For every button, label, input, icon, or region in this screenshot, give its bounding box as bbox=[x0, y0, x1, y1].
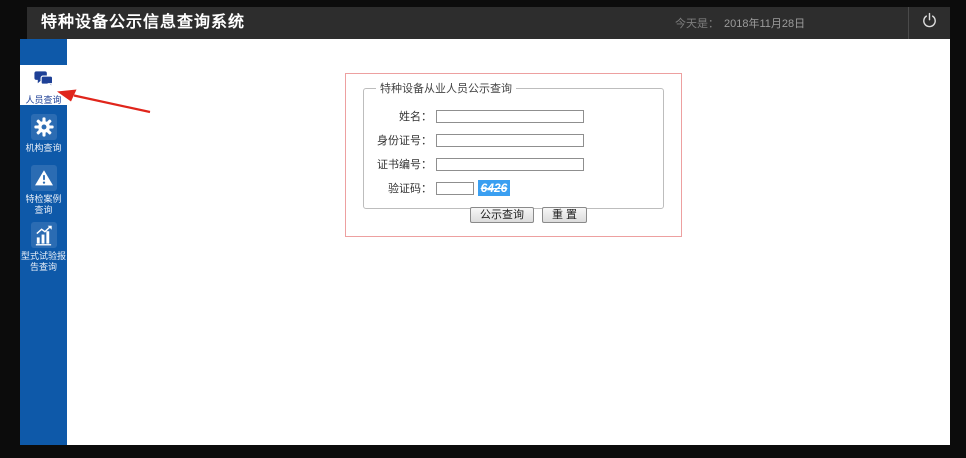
personnel-query-form: 特种设备从业人员公示查询 姓名： 身份证号： 证书编号： 验证码： 6426 公… bbox=[363, 80, 664, 223]
form-buttons-row: 公示查询 重 置 bbox=[470, 207, 663, 223]
name-label: 姓名： bbox=[399, 111, 432, 123]
id-number-field-row: 身份证号： bbox=[374, 132, 663, 148]
form-legend: 特种设备从业人员公示查询 bbox=[380, 83, 512, 95]
id-number-input[interactable] bbox=[436, 133, 584, 147]
query-form-highlight-box: 特种设备从业人员公示查询 姓名： 身份证号： 证书编号： 验证码： 6426 公… bbox=[345, 73, 682, 237]
current-date: 今天是： 2018年11月28日 bbox=[675, 7, 805, 39]
name-field-row: 姓名： bbox=[374, 108, 663, 124]
sidebar-item-label: 机构查询 bbox=[25, 143, 62, 153]
public-query-button[interactable]: 公示查询 bbox=[470, 207, 534, 223]
bar-chart-icon bbox=[30, 222, 57, 248]
sidebar-item-personnel-query[interactable]: 人员查询 bbox=[20, 65, 67, 105]
warning-triangle-icon bbox=[30, 165, 57, 191]
top-header-bar: 特种设备公示信息查询系统 今天是： 2018年11月28日 bbox=[27, 7, 950, 39]
sidebar-item-label-line1: 特检案例 bbox=[25, 194, 62, 204]
captcha-image[interactable]: 6426 bbox=[478, 180, 510, 196]
power-icon bbox=[920, 11, 939, 35]
main-content: 特种设备从业人员公示查询 姓名： 身份证号： 证书编号： 验证码： 6426 公… bbox=[67, 39, 950, 445]
certificate-number-input[interactable] bbox=[436, 157, 584, 171]
app-window: 特种设备公示信息查询系统 今天是： 2018年11月28日 人员查询 机构查询 … bbox=[0, 0, 966, 458]
sidebar-item-type-test-report-query[interactable]: 型式试验报 告查询 bbox=[20, 222, 67, 272]
name-input[interactable] bbox=[436, 109, 584, 123]
sidebar-item-agency-query[interactable]: 机构查询 bbox=[20, 114, 67, 153]
date-value: 2018年11月28日 bbox=[724, 18, 806, 30]
sidebar-item-inspection-case-query[interactable]: 特检案例 查询 bbox=[20, 165, 67, 215]
date-label: 今天是： bbox=[675, 18, 719, 30]
sidebar-item-label-line1: 型式试验报 bbox=[20, 251, 66, 261]
sidebar-item-label-line2: 告查询 bbox=[29, 262, 57, 272]
sidebar-item-label: 人员查询 bbox=[25, 94, 62, 105]
captcha-input[interactable] bbox=[436, 181, 474, 195]
page-title: 特种设备公示信息查询系统 bbox=[41, 14, 246, 31]
id-number-label: 身份证号： bbox=[377, 135, 432, 147]
logout-button[interactable] bbox=[909, 7, 950, 39]
captcha-field-row: 验证码： 6426 bbox=[374, 180, 663, 196]
certificate-number-label: 证书编号： bbox=[377, 159, 432, 171]
sidebar-nav: 人员查询 机构查询 特检案例 查询 型式试验报 告查询 bbox=[20, 39, 67, 445]
captcha-label: 验证码： bbox=[388, 183, 432, 195]
certificate-number-field-row: 证书编号： bbox=[374, 156, 663, 172]
gear-icon bbox=[30, 114, 57, 140]
comments-icon bbox=[31, 66, 57, 92]
reset-button[interactable]: 重 置 bbox=[542, 207, 588, 223]
sidebar-item-label-line2: 查询 bbox=[34, 205, 53, 215]
